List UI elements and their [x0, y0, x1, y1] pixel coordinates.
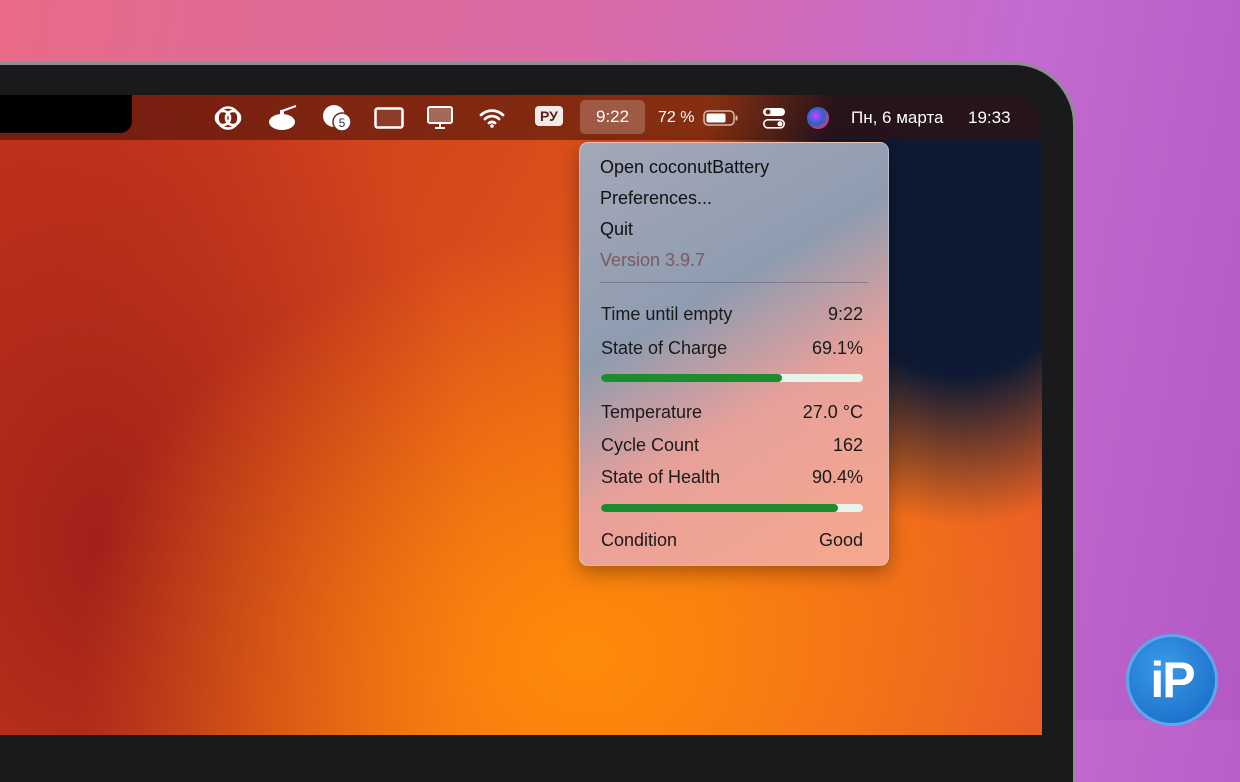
stat-label: Time until empty — [601, 304, 733, 324]
menu-separator — [600, 282, 868, 283]
control-center-icon[interactable] — [762, 95, 786, 140]
stat-value: Good — [818, 530, 863, 550]
stat-label: State of Health — [601, 467, 721, 487]
stat-value: 90.4% — [811, 467, 863, 487]
charge-progress-bar — [601, 374, 863, 382]
battery-icon[interactable] — [703, 95, 739, 140]
siri-icon[interactable] — [807, 95, 829, 140]
notifications-icon[interactable]: 5 — [322, 95, 354, 140]
health-progress-bar — [601, 504, 863, 512]
app-menu-icon[interactable] — [268, 95, 298, 140]
health-progress-fill — [601, 504, 838, 512]
camera-notch — [0, 95, 132, 133]
stat-label: State of Charge — [601, 338, 728, 358]
stat-value: 9:22 — [827, 304, 863, 324]
display-icon[interactable] — [374, 95, 404, 140]
menu-item-quit[interactable]: Quit — [600, 219, 633, 240]
coconutbattery-dropdown-menu: Open coconutBattery Preferences... Quit … — [579, 142, 889, 566]
screen-mirroring-icon[interactable] — [427, 95, 453, 140]
menu-item-open-coconutbattery[interactable]: Open coconutBattery — [600, 157, 769, 178]
stat-value: 162 — [832, 435, 863, 455]
stat-label: Condition — [601, 530, 678, 550]
stat-state-of-health: State of Health 90.4% — [601, 467, 863, 488]
iphones-ru-watermark-logo: iP — [1126, 634, 1218, 726]
stat-cycle-count: Cycle Count 162 — [601, 435, 863, 456]
wifi-icon[interactable] — [479, 95, 505, 140]
notification-badge: 5 — [339, 116, 346, 130]
menu-item-preferences[interactable]: Preferences... — [600, 188, 712, 209]
menubar-time[interactable]: 19:33 — [968, 95, 1011, 140]
keyboard-layout-button[interactable]: РУ — [535, 106, 563, 126]
stat-value: 69.1% — [811, 338, 863, 358]
stat-value: 27.0 °C — [802, 402, 863, 422]
stat-label: Temperature — [601, 402, 703, 422]
stat-temperature: Temperature 27.0 °C — [601, 402, 863, 423]
stat-label: Cycle Count — [601, 435, 700, 455]
creative-cloud-icon[interactable] — [213, 95, 243, 140]
stat-condition: Condition Good — [601, 530, 863, 551]
battery-percent[interactable]: 72 % — [658, 95, 694, 140]
menubar-date[interactable]: Пн, 6 марта — [851, 95, 944, 140]
menu-item-version: Version 3.9.7 — [600, 250, 706, 270]
charge-progress-fill — [601, 374, 783, 382]
stat-time-until-empty: Time until empty 9:22 — [601, 304, 863, 325]
stat-state-of-charge: State of Charge 69.1% — [601, 338, 863, 359]
coconutbattery-menu-button[interactable]: 9:22 — [580, 100, 646, 134]
